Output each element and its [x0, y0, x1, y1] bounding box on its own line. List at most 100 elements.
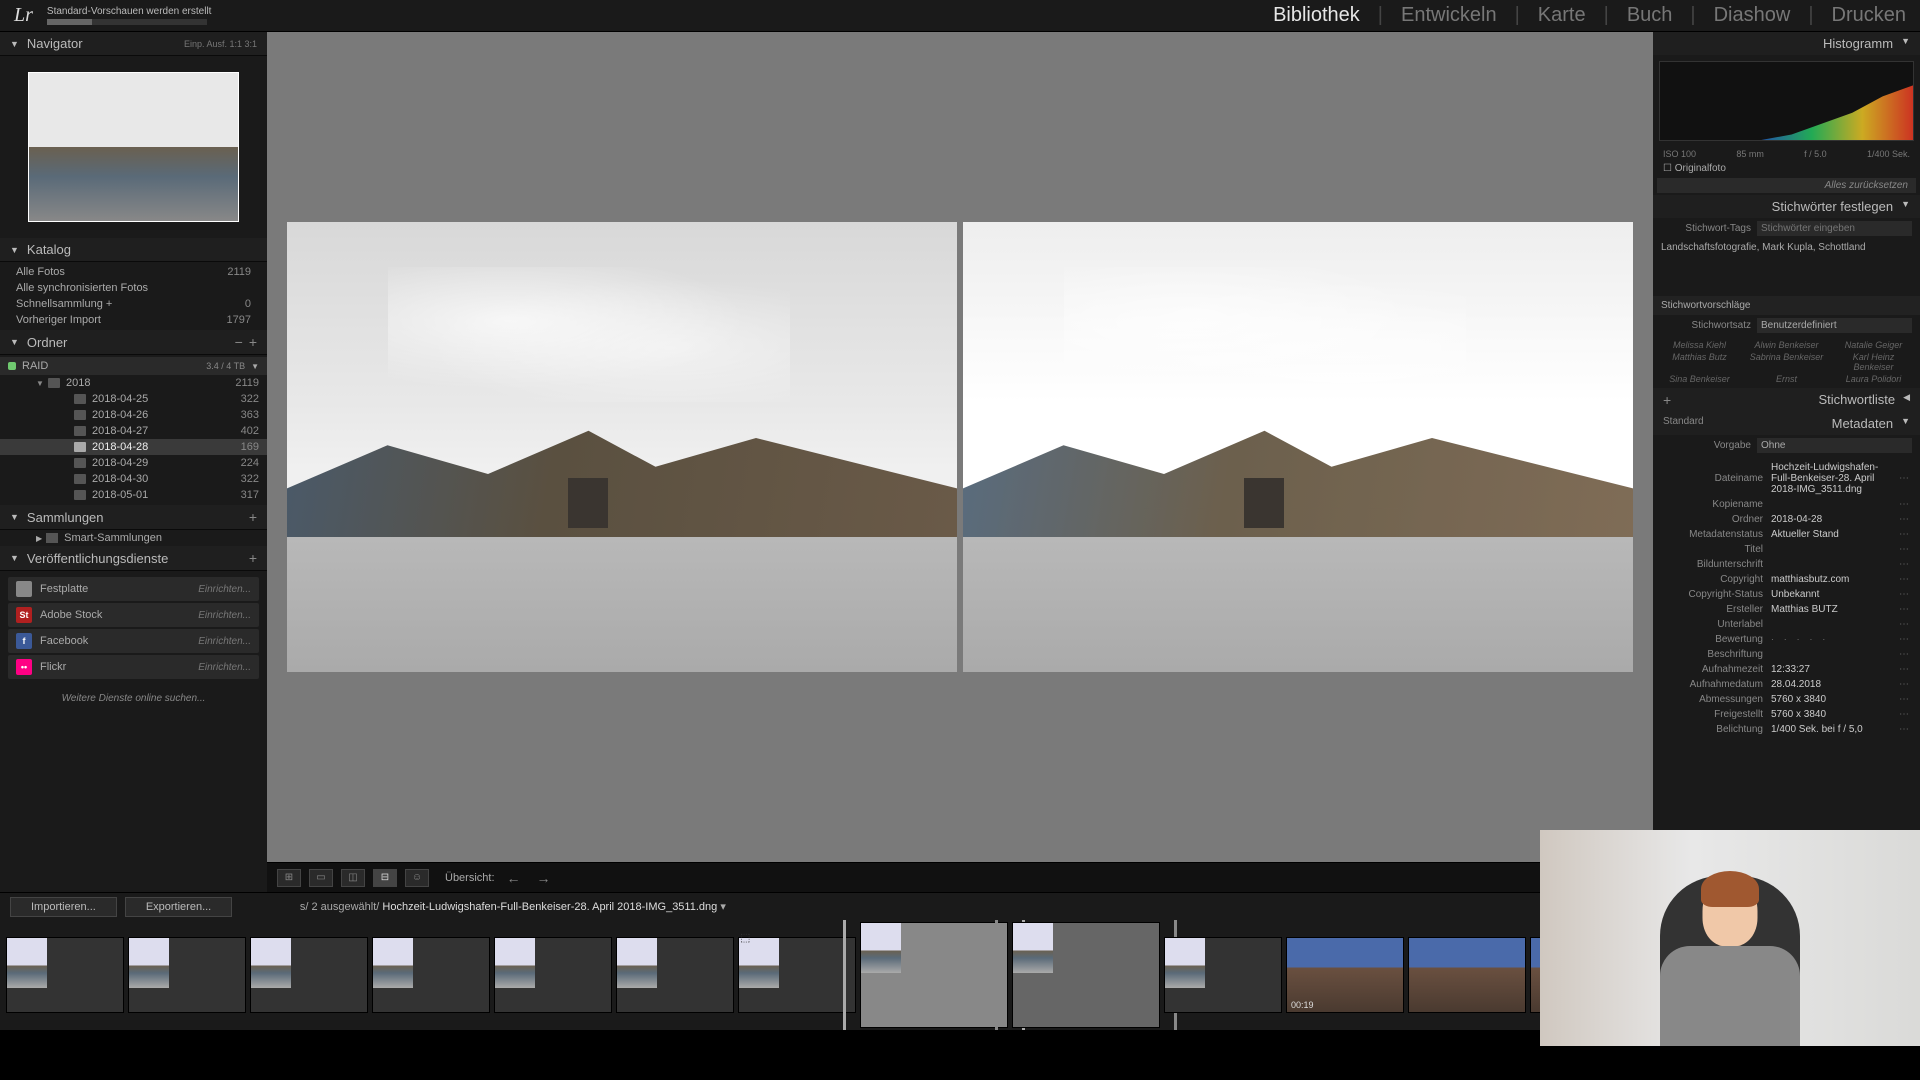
setup-link[interactable]: Einrichten...: [198, 662, 251, 673]
metadata-row[interactable]: Bildunterschrift⋯: [1653, 557, 1920, 572]
histogram-header[interactable]: Histogramm▼: [1653, 32, 1920, 55]
setup-link[interactable]: Einrichten...: [198, 584, 251, 595]
survey-view-button[interactable]: ⊟: [373, 869, 397, 887]
navigator-header[interactable]: ▼ Navigator Einp. Ausf. 1:1 3:1: [0, 32, 267, 56]
folder-row[interactable]: 2018-04-28169: [0, 439, 267, 455]
more-icon[interactable]: ⋯: [1896, 559, 1912, 570]
keyword-suggestion[interactable]: Ernst: [1748, 374, 1825, 384]
metadata-row[interactable]: Copyright-StatusUnbekannt⋯: [1653, 587, 1920, 602]
more-icon[interactable]: ⋯: [1896, 679, 1912, 690]
setup-link[interactable]: Einrichten...: [198, 610, 251, 621]
catalog-row[interactable]: Vorheriger Import1797: [0, 312, 267, 328]
folder-row[interactable]: 2018-04-29224: [0, 455, 267, 471]
keyword-suggestion[interactable]: Natalie Geiger: [1835, 340, 1912, 350]
folder-row[interactable]: 2018-04-27402: [0, 423, 267, 439]
keyword-suggestion[interactable]: Melissa Kiehl: [1661, 340, 1738, 350]
filmstrip-thumb[interactable]: [1408, 937, 1526, 1013]
metadata-row[interactable]: Belichtung1/400 Sek. bei f / 5,0⋯: [1653, 722, 1920, 737]
keyword-suggestion[interactable]: Laura Polidori: [1835, 374, 1912, 384]
plus-icon[interactable]: +: [1663, 392, 1671, 408]
publish-service-row[interactable]: FestplatteEinrichten...: [8, 577, 259, 601]
compare-area[interactable]: [267, 32, 1653, 862]
metadata-row[interactable]: Aufnahmezeit12:33:27⋯: [1653, 662, 1920, 677]
catalog-row[interactable]: Alle Fotos2119: [0, 264, 267, 280]
folders-header[interactable]: ▼ Ordner −+: [0, 330, 267, 355]
setup-link[interactable]: Einrichten...: [198, 636, 251, 647]
keyword-input[interactable]: [1757, 221, 1912, 236]
grid-view-button[interactable]: ⊞: [277, 869, 301, 887]
more-icon[interactable]: ⋯: [1896, 724, 1912, 735]
metadata-row[interactable]: Copyrightmatthiasbutz.com⋯: [1653, 572, 1920, 587]
publish-find-more[interactable]: Weitere Dienste online suchen...: [0, 685, 267, 712]
import-button[interactable]: Importieren...: [10, 897, 117, 917]
filmstrip-thumb[interactable]: [372, 937, 490, 1013]
more-icon[interactable]: ⋯: [1896, 529, 1912, 540]
publish-header[interactable]: ▼ Veröffentlichungsdienste +: [0, 546, 267, 571]
filmstrip-thumb[interactable]: [494, 937, 612, 1013]
keyword-set-select[interactable]: [1757, 318, 1912, 333]
more-icon[interactable]: ⋯: [1896, 694, 1912, 705]
navigator-zoom-options[interactable]: Einp. Ausf. 1:1 3:1: [184, 39, 257, 49]
module-karte[interactable]: Karte: [1538, 4, 1586, 27]
plus-icon[interactable]: +: [249, 550, 257, 566]
module-buch[interactable]: Buch: [1627, 4, 1673, 27]
more-icon[interactable]: ⋯: [1896, 649, 1912, 660]
catalog-header[interactable]: ▼ Katalog: [0, 238, 267, 262]
keyword-suggestion[interactable]: Sabrina Benkeiser: [1748, 352, 1825, 372]
preset-select[interactable]: [1757, 438, 1912, 453]
filmstrip-thumb[interactable]: [860, 922, 1008, 1028]
keywordlist-header[interactable]: + Stichwortliste◀: [1653, 388, 1920, 412]
more-icon[interactable]: ⋯: [1896, 499, 1912, 510]
more-icon[interactable]: ⋯: [1896, 619, 1912, 630]
filmstrip-thumb[interactable]: [6, 937, 124, 1013]
minus-icon[interactable]: −: [235, 334, 243, 350]
navigator-preview[interactable]: [0, 56, 267, 238]
module-entwickeln[interactable]: Entwickeln: [1401, 4, 1497, 27]
filmstrip-thumb[interactable]: [738, 937, 856, 1013]
filmstrip-thumb[interactable]: 00:19: [1286, 937, 1404, 1013]
folder-row[interactable]: ▼20182119: [0, 375, 267, 391]
keywords-header[interactable]: Stichwörter festlegen▼: [1653, 195, 1920, 218]
more-icon[interactable]: ⋯: [1896, 589, 1912, 600]
metadata-row[interactable]: Bewertung· · · · ·⋯: [1653, 632, 1920, 647]
metadata-row[interactable]: ErstellerMatthias BUTZ⋯: [1653, 602, 1920, 617]
keyword-suggestion[interactable]: Sina Benkeiser: [1661, 374, 1738, 384]
prev-button[interactable]: ←: [503, 870, 525, 886]
metadata-row[interactable]: Kopiename⋯: [1653, 497, 1920, 512]
compare-view-button[interactable]: ◫: [341, 869, 365, 887]
module-bibliothek[interactable]: Bibliothek: [1273, 4, 1360, 27]
metadata-row[interactable]: Titel⋯: [1653, 542, 1920, 557]
compare-image-left[interactable]: [287, 222, 957, 672]
more-icon[interactable]: ⋯: [1896, 634, 1912, 645]
metadata-row[interactable]: Freigestellt5760 x 3840⋯: [1653, 707, 1920, 722]
reset-all-button[interactable]: Alles zurücksetzen: [1657, 178, 1916, 193]
publish-service-row[interactable]: StAdobe StockEinrichten...: [8, 603, 259, 627]
catalog-row[interactable]: Schnellsammlung +0: [0, 296, 267, 312]
export-button[interactable]: Exportieren...: [125, 897, 232, 917]
metadata-row[interactable]: Unterlabel⋯: [1653, 617, 1920, 632]
metadata-row[interactable]: MetadatenstatusAktueller Stand⋯: [1653, 527, 1920, 542]
metadata-row[interactable]: DateinameHochzeit-Ludwigshafen-Full-Benk…: [1653, 460, 1920, 497]
compare-image-right[interactable]: [963, 222, 1633, 672]
original-photo-toggle[interactable]: ☐ Originalfoto: [1653, 161, 1920, 176]
more-icon[interactable]: ⋯: [1896, 544, 1912, 555]
folder-row[interactable]: 2018-05-01317: [0, 487, 267, 503]
loupe-view-button[interactable]: ▭: [309, 869, 333, 887]
histogram-plot[interactable]: [1659, 61, 1914, 141]
drive-row[interactable]: RAID 3.4 / 4 TB ▼: [0, 357, 267, 375]
metadata-header[interactable]: Standard Metadaten▼: [1653, 412, 1920, 435]
filmstrip-thumb[interactable]: [1012, 922, 1160, 1028]
keyword-suggestion[interactable]: Alwin Benkeiser: [1748, 340, 1825, 350]
plus-icon[interactable]: +: [249, 334, 257, 350]
filmstrip-thumb[interactable]: [1164, 937, 1282, 1013]
more-icon[interactable]: ⋯: [1896, 709, 1912, 720]
more-icon[interactable]: ⋯: [1896, 664, 1912, 675]
current-keywords[interactable]: Landschaftsfotografie, Mark Kupla, Schot…: [1661, 242, 1912, 253]
module-drucken[interactable]: Drucken: [1832, 4, 1906, 27]
keyword-suggestion[interactable]: Karl Heinz Benkeiser: [1835, 352, 1912, 372]
chevron-down-icon[interactable]: ▼: [251, 362, 259, 371]
filmstrip-thumb[interactable]: [128, 937, 246, 1013]
module-diashow[interactable]: Diashow: [1714, 4, 1791, 27]
metadata-row[interactable]: Abmessungen5760 x 3840⋯: [1653, 692, 1920, 707]
publish-service-row[interactable]: fFacebookEinrichten...: [8, 629, 259, 653]
